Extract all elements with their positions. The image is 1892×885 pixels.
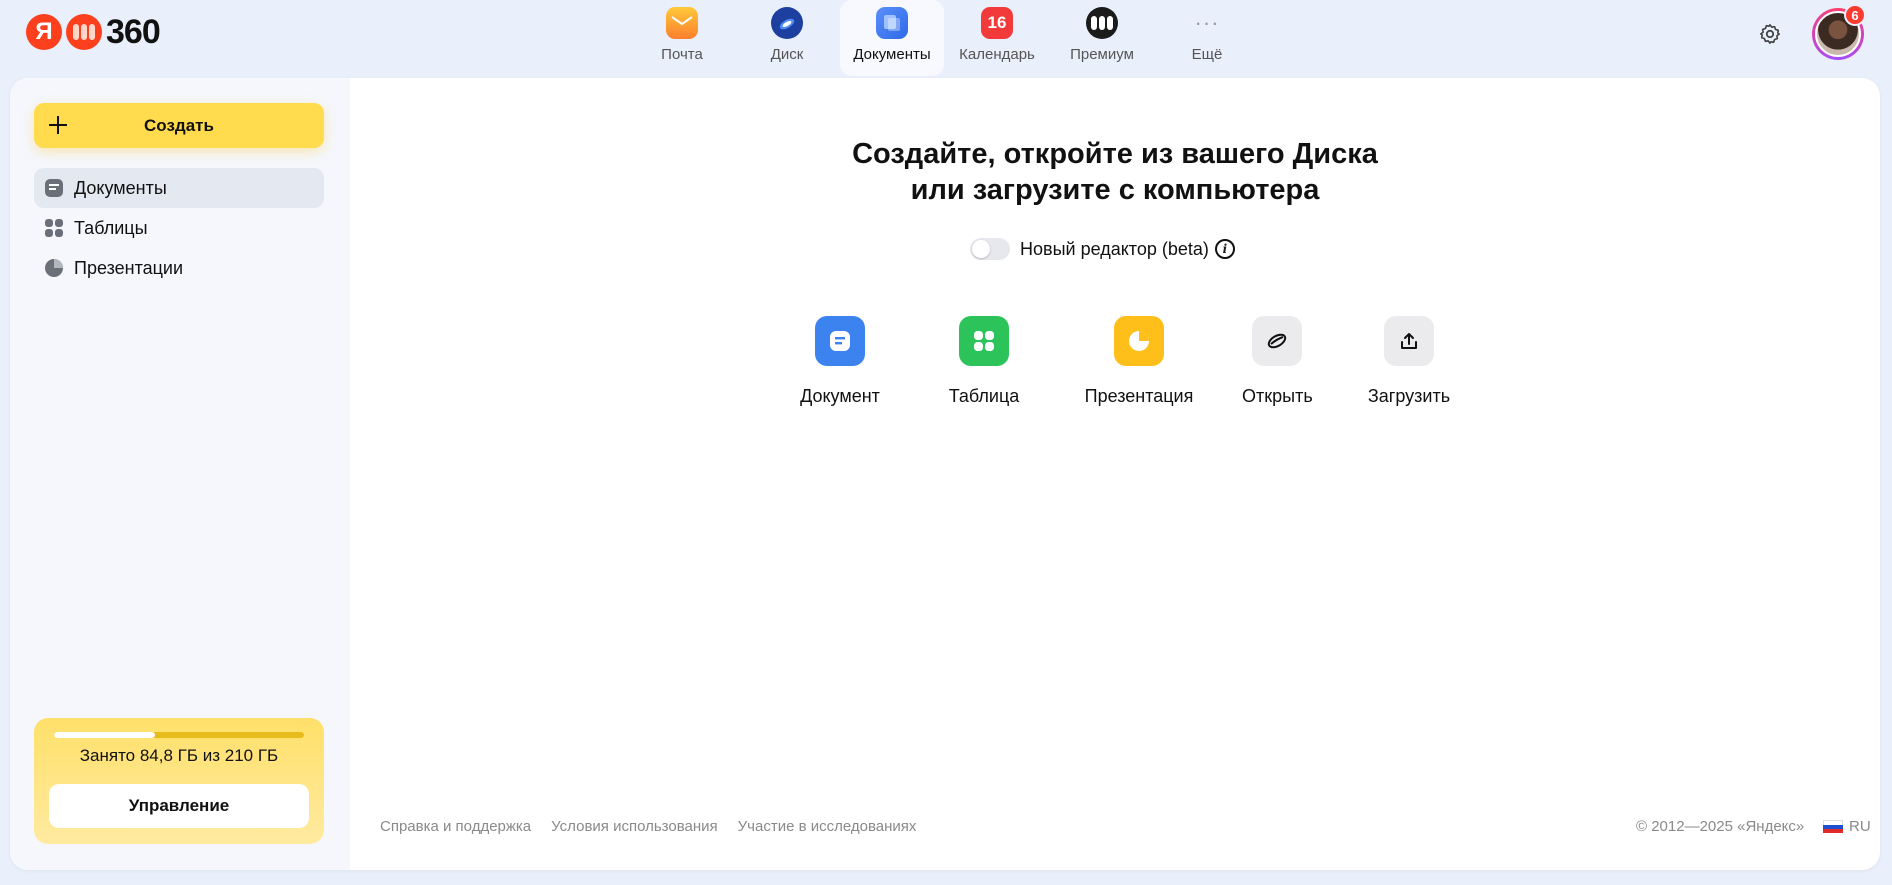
- storage-used-text: Занято 84,8 ГБ из 210 ГБ: [79, 746, 279, 765]
- copyright: © 2012—2025 «Яндекс»: [1636, 818, 1805, 835]
- action-label: Загрузить: [1367, 386, 1451, 406]
- language-label: RU: [1849, 818, 1871, 835]
- calendar-icon: 16: [981, 7, 1013, 39]
- app-label: Календарь: [959, 46, 1035, 63]
- new-editor-toggle[interactable]: [970, 238, 1010, 260]
- page-title-line-1: Создайте, откройте из вашего Диска: [852, 138, 1378, 170]
- app-label: Премиум: [1070, 46, 1134, 63]
- app-mail[interactable]: Почта: [630, 0, 734, 76]
- app-label: Ещё: [1191, 46, 1223, 63]
- disk-open-icon: [1252, 316, 1303, 366]
- sidebar-item-label: Таблицы: [74, 217, 148, 238]
- action-label: Презентация: [1084, 386, 1194, 406]
- presentation-icon: [1114, 316, 1164, 366]
- more-dots-icon: ···: [1194, 10, 1220, 35]
- storage-widget: Занято 84,8 ГБ из 210 ГБ Управление: [34, 718, 324, 844]
- new-editor-toggle-row: Новый редактор (beta) i: [970, 238, 1235, 260]
- disk-icon: [771, 7, 803, 39]
- logo-text: 360: [106, 12, 161, 51]
- page-title-line-2: или загрузите с компьютера: [910, 174, 1320, 206]
- sidebar-item-label: Презентации: [74, 257, 184, 278]
- sidebar-item-documents[interactable]: Документы: [34, 168, 324, 208]
- page-title: Создайте, откройте из вашего Диска или з…: [350, 136, 1880, 208]
- plus-icon: [46, 113, 70, 137]
- new-editor-label: Новый редактор (beta): [1020, 238, 1209, 259]
- footer-link-help[interactable]: Справка и поддержка: [380, 818, 531, 835]
- app-premium[interactable]: Премиум: [1050, 0, 1154, 76]
- app-label: Диск: [770, 46, 804, 63]
- yandex-360-logo[interactable]: Я 360: [26, 12, 161, 51]
- upload-button[interactable]: Загрузить: [1368, 316, 1450, 407]
- sidebar-item-label: Документы: [74, 177, 167, 198]
- app-disk[interactable]: Диск: [735, 0, 839, 76]
- russia-flag-icon: [1823, 819, 1843, 834]
- app-more[interactable]: ··· Ещё: [1155, 0, 1259, 76]
- table-icon: [44, 218, 64, 238]
- create-button-label: Создать: [144, 115, 214, 135]
- premium-icon: [1086, 7, 1118, 39]
- sidebar-item-presentations[interactable]: Презентации: [34, 248, 324, 288]
- create-button[interactable]: Создать: [34, 103, 324, 148]
- footer: Справка и поддержка Условия использовани…: [350, 818, 1880, 842]
- document-icon: [815, 316, 865, 366]
- app-switcher: Почта Диск Документы 16 Календарь Премиу…: [630, 0, 1260, 76]
- app-documents[interactable]: Документы: [840, 0, 944, 76]
- upload-icon: [1384, 316, 1434, 366]
- create-actions: Документ Таблица Презентация Открыть Заг…: [350, 316, 1880, 416]
- yandex-logo-icon: Я: [26, 14, 62, 50]
- storage-progress-bar: [54, 732, 304, 738]
- action-label: Документ: [800, 386, 880, 406]
- footer-links: Справка и поддержка Условия использовани…: [380, 818, 916, 835]
- footer-link-research[interactable]: Участие в исследованиях: [738, 818, 917, 835]
- sidebar-item-tables[interactable]: Таблицы: [34, 208, 324, 248]
- action-label: Таблица: [948, 386, 1020, 406]
- mail-icon: [666, 7, 698, 39]
- app-calendar[interactable]: 16 Календарь: [945, 0, 1049, 76]
- documents-app-icon: [876, 7, 908, 39]
- 360-logo-icon: [66, 14, 102, 50]
- table-icon: [959, 316, 1009, 366]
- top-bar: Я 360 Почта Диск Документы 16 Календарь: [0, 0, 1892, 78]
- main-content: Создайте, откройте из вашего Диска или з…: [350, 78, 1880, 870]
- app-label: Почта: [661, 46, 703, 63]
- open-from-disk-button[interactable]: Открыть: [1242, 316, 1313, 407]
- info-icon[interactable]: i: [1214, 239, 1235, 259]
- app-label: Документы: [853, 46, 931, 63]
- new-table-button[interactable]: Таблица: [947, 316, 1021, 407]
- new-presentation-button[interactable]: Презентация: [1084, 316, 1194, 407]
- document-icon: [44, 178, 64, 198]
- presentation-icon: [44, 258, 64, 278]
- settings-gear-icon[interactable]: [1756, 20, 1784, 48]
- sidebar-nav: Документы Таблицы Презентации: [34, 168, 324, 288]
- new-document-button[interactable]: Документ: [800, 316, 880, 407]
- sidebar: Создать Документы Таблицы Презентации За…: [10, 78, 350, 870]
- action-label: Открыть: [1242, 386, 1313, 406]
- manage-storage-button[interactable]: Управление: [49, 784, 309, 828]
- main-card: Создать Документы Таблицы Презентации За…: [10, 78, 1880, 870]
- storage-progress-fill: [54, 732, 155, 738]
- language-switcher[interactable]: RU: [1823, 818, 1871, 835]
- footer-link-terms[interactable]: Условия использования: [551, 818, 718, 835]
- notification-badge: 6: [1844, 4, 1866, 26]
